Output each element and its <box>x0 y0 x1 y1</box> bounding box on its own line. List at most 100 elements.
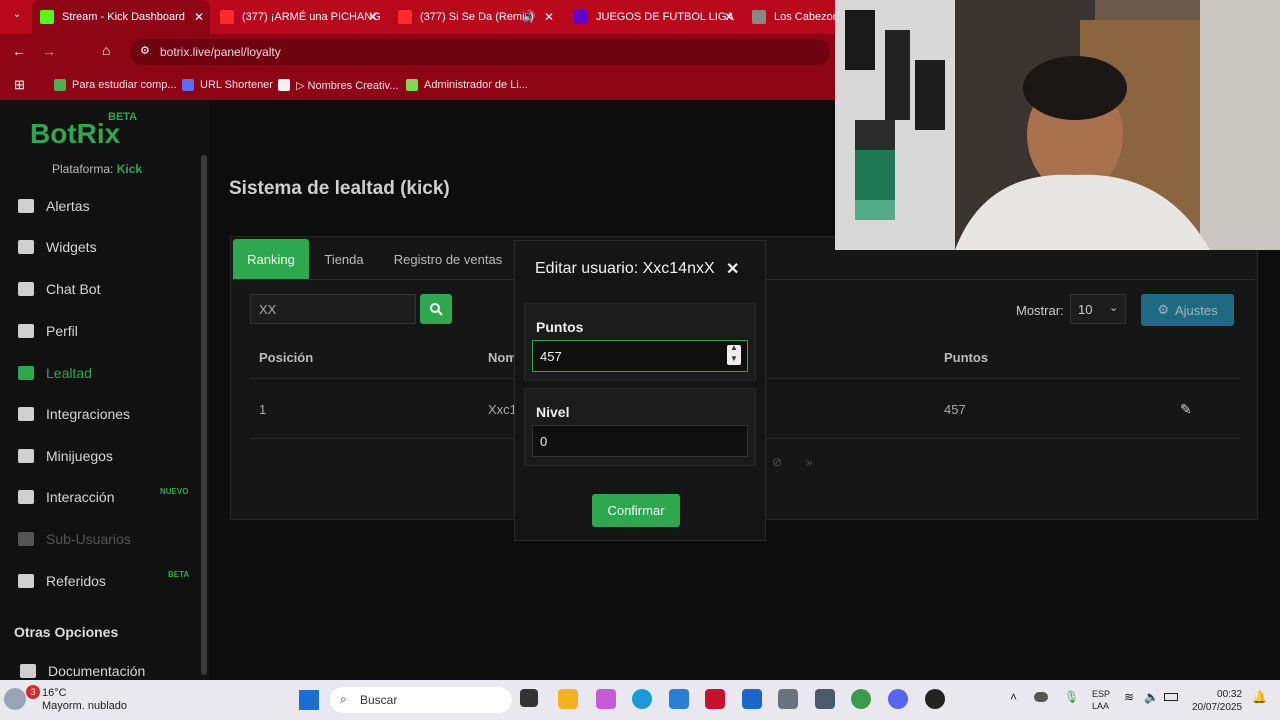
forward-icon[interactable]: → <box>42 43 56 59</box>
close-icon[interactable]: ✕ <box>194 10 204 24</box>
sidebar-item-label: Sub-Usuarios <box>46 531 131 547</box>
column-header-name[interactable]: Nom <box>488 350 514 365</box>
chrome-icon[interactable] <box>851 689 871 709</box>
warning-icon <box>18 199 34 213</box>
number-stepper[interactable]: ▲ ▼ <box>727 343 741 365</box>
sidebar-item-documentacion[interactable]: Documentación <box>20 660 145 682</box>
sidebar-item-label: Integraciones <box>46 406 131 422</box>
lang-line-1: ESP <box>1092 689 1111 699</box>
weather-icon[interactable] <box>4 688 26 710</box>
tab-youtube-1[interactable]: (377) ¡ARMÉ una PICHANG ✕ <box>212 0 384 34</box>
search-placeholder: Buscar <box>360 693 398 707</box>
pager-next-icon[interactable]: ⊘ <box>772 455 782 469</box>
botrix-logo[interactable]: BotRix <box>30 118 120 150</box>
sidebar-item-integraciones[interactable]: Integraciones <box>18 403 130 425</box>
sidebar-item-alertas[interactable]: Alertas <box>18 195 90 217</box>
chevron-down-icon: ⌄ <box>1109 302 1119 314</box>
weather-desc: Mayorm. nublado <box>42 700 127 712</box>
back-icon[interactable]: ← <box>12 43 26 59</box>
bookmark-label: URL Shortener <box>200 79 273 91</box>
stepper-down-icon[interactable]: ▼ <box>730 354 738 363</box>
apps-grid-icon[interactable]: ⊞ <box>14 77 25 93</box>
tab-yahoo[interactable]: JUEGOS DE FUTBOL LIGA ✕ <box>566 0 740 34</box>
windows-start-icon[interactable] <box>299 690 319 710</box>
column-header-position[interactable]: Posición <box>259 350 313 365</box>
tab-ranking[interactable]: Ranking <box>233 239 309 279</box>
settings-button[interactable]: ⚙ Ajustes <box>1141 294 1234 326</box>
music-icon <box>18 490 34 504</box>
sidebar-item-referidos[interactable]: Referidos <box>18 570 106 592</box>
cloud-icon[interactable] <box>1034 692 1048 702</box>
close-icon[interactable]: ✕ <box>726 259 739 279</box>
weather-widget[interactable]: 16°C Mayorm. nublado <box>24 687 127 713</box>
site-info-icon[interactable]: ⚙ <box>140 44 150 57</box>
points-input[interactable]: 457 <box>532 340 748 372</box>
sidebar-scrollbar[interactable] <box>201 155 207 675</box>
bookmark-estudiar[interactable]: Para estudiar comp... <box>54 76 177 94</box>
search-button[interactable] <box>420 294 452 324</box>
tab-search-icon[interactable]: ⌄ <box>8 9 26 25</box>
modal-title: Editar usuario: Xxc14nxX <box>535 260 715 277</box>
chevron-up-icon[interactable]: ˄ <box>1010 690 1017 704</box>
close-icon[interactable]: ✕ <box>368 10 378 24</box>
app-icon[interactable] <box>925 689 945 709</box>
bookmark-icon <box>278 79 290 91</box>
tab-tienda[interactable]: Tienda <box>312 239 376 279</box>
stepper-up-icon[interactable]: ▲ <box>730 343 738 352</box>
mic-icon[interactable]: 🎙 <box>1064 690 1079 704</box>
copilot-icon[interactable] <box>596 689 616 709</box>
bookmark-url-shortener[interactable]: URL Shortener <box>182 76 273 94</box>
edit-pencil-icon[interactable]: ✎ <box>1180 401 1192 418</box>
volume-icon[interactable]: 🔈 <box>1144 690 1159 704</box>
sidebar-item-minijuegos[interactable]: Minijuegos <box>18 445 113 467</box>
battery-icon[interactable] <box>1164 693 1178 701</box>
points-label: Puntos <box>536 319 584 335</box>
clock[interactable]: 00:32 20/07/2025 <box>1192 688 1242 714</box>
sidebar-item-interaccion[interactable]: Interacción <box>18 486 114 508</box>
edge-icon[interactable] <box>632 689 652 709</box>
store-icon[interactable] <box>742 689 762 709</box>
confirm-button[interactable]: Confirmar <box>592 494 680 527</box>
level-value: 0 <box>540 433 548 449</box>
pager-last-icon[interactable]: » <box>806 455 813 469</box>
new-badge: NUEVO <box>160 487 189 496</box>
sidebar-item-perfil[interactable]: Perfil <box>18 320 78 342</box>
task-view-icon[interactable] <box>520 689 538 707</box>
taskbar-search[interactable]: ⌕ Buscar <box>330 687 512 713</box>
bookmark-administrador[interactable]: Administrador de Li... <box>406 76 528 94</box>
search-input[interactable] <box>250 294 416 324</box>
tab-cabezones[interactable]: Los Cabezones <box>746 0 836 34</box>
close-icon[interactable]: ✕ <box>544 10 554 24</box>
tab-kick-dashboard[interactable]: Stream - Kick Dashboard ✕ <box>32 0 210 34</box>
integration-icon <box>18 407 34 421</box>
camera-icon[interactable] <box>778 689 798 709</box>
tab-youtube-2[interactable]: (377) Si Se Da (Remix) 🔊 ✕ <box>390 0 560 34</box>
level-input[interactable]: 0 <box>532 425 748 457</box>
language-indicator[interactable]: ESP LAA <box>1092 688 1110 712</box>
bookmark-nombres[interactable]: ▷ Nombres Creativ... <box>278 76 398 94</box>
page-size-select[interactable]: 10 ⌄ <box>1070 294 1126 324</box>
wifi-icon[interactable]: ≋ <box>1124 690 1134 704</box>
mcafee-icon[interactable] <box>705 689 725 709</box>
home-icon[interactable]: ⌂ <box>102 42 110 58</box>
url-field[interactable]: ⚙ botrix.live/panel/loyalty <box>130 39 830 65</box>
sidebar-item-sub-usuarios[interactable]: Sub-Usuarios <box>18 528 131 550</box>
clock-time: 00:32 <box>1217 689 1243 700</box>
sidebar-item-widgets[interactable]: Widgets <box>18 236 97 258</box>
tab-registro-ventas[interactable]: Registro de ventas <box>380 239 516 279</box>
tab-label: JUEGOS DE FUTBOL LIGA <box>596 11 734 23</box>
file-explorer-icon[interactable] <box>558 689 578 709</box>
points-value: 457 <box>540 348 562 364</box>
close-icon[interactable]: ✕ <box>724 10 734 24</box>
discord-icon[interactable] <box>888 689 908 709</box>
sidebar-item-label: Alertas <box>46 198 90 214</box>
tab-label: Los Cabezones <box>774 11 836 23</box>
column-header-points[interactable]: Puntos <box>944 350 988 365</box>
sidebar-item-label: Widgets <box>46 239 97 255</box>
sidebar-item-lealtad[interactable]: Lealtad <box>18 362 92 384</box>
calculator-icon[interactable] <box>815 689 835 709</box>
sidebar-item-chatbot[interactable]: Chat Bot <box>18 278 100 300</box>
pen-app-icon[interactable] <box>669 689 689 709</box>
beta-badge: BETA <box>108 111 138 123</box>
notifications-bell-icon[interactable]: 🔔 <box>1252 690 1267 704</box>
